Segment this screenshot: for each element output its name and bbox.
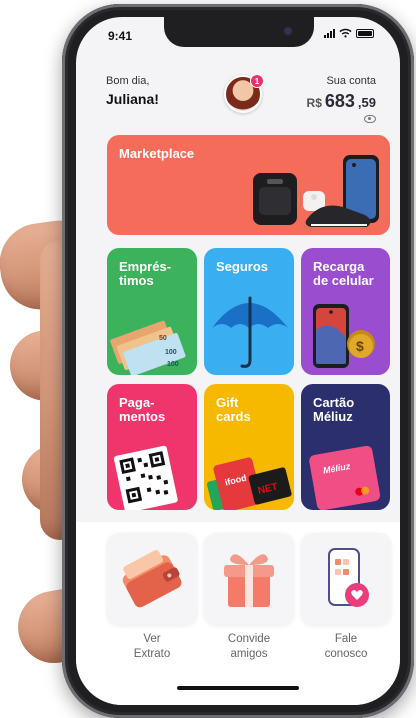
money-note-label: 100 <box>165 349 177 356</box>
wallet-icon <box>122 549 182 608</box>
svg-text:$: $ <box>356 338 364 354</box>
balance-integer: 683 <box>324 91 355 111</box>
money-note-label: 100 <box>167 361 179 368</box>
gift-cards-illustration: ifood NET <box>206 457 292 510</box>
credit-card-illustration: Méliuz <box>309 445 381 510</box>
balance-cents: ,59 <box>357 95 376 110</box>
notch <box>164 17 314 47</box>
marketplace-banner[interactable]: Marketplace <box>107 135 390 235</box>
currency-symbol: R$ <box>306 96 322 110</box>
ver-extrato-button[interactable] <box>107 533 197 625</box>
tile-cartao-meliuz[interactable]: Cartão Méliuz Méliuz <box>301 384 390 510</box>
account-label: Sua conta <box>326 75 376 87</box>
tile-gift-cards[interactable]: Gift cards ifood NET <box>204 384 294 510</box>
gift-icon <box>224 554 274 607</box>
money-note-label: 50 <box>159 335 167 342</box>
user-name: Juliana! <box>106 91 159 107</box>
fale-conosco-button[interactable] <box>301 533 391 625</box>
greeting-block: Bom dia, Juliana! <box>106 75 159 107</box>
money-illustration: 50 100 100 <box>110 320 186 375</box>
signal-icon <box>324 28 335 38</box>
action-label: Convide amigos <box>227 633 271 660</box>
tile-emprestimos[interactable]: Emprés- timos 50 100 100 <box>107 248 197 375</box>
qr-code-icon <box>113 445 178 510</box>
umbrella-icon <box>212 296 288 368</box>
products-illustration <box>253 155 379 227</box>
tile-pagamentos[interactable]: Paga- mentos <box>107 384 197 510</box>
notification-badge: 1 <box>250 74 264 88</box>
eye-icon[interactable] <box>364 115 376 123</box>
tile-recarga[interactable]: Recarga de celular $ <box>301 248 390 375</box>
phone-chat-icon <box>328 548 369 607</box>
phone-frame: 9:41 Bom dia, Juliana! 1 Sua conta R$ 68… <box>62 4 414 718</box>
home-indicator[interactable] <box>177 686 299 690</box>
avatar[interactable]: 1 <box>224 74 264 113</box>
convide-amigos-button[interactable] <box>204 533 294 625</box>
action-label: Ver Extrato <box>133 633 171 660</box>
status-time: 9:41 <box>108 29 133 43</box>
status-icons <box>324 28 374 38</box>
app-screen: 9:41 Bom dia, Juliana! 1 Sua conta R$ 68… <box>76 17 400 705</box>
greeting-text: Bom dia, <box>106 75 150 87</box>
wifi-icon <box>339 28 352 38</box>
tile-seguros[interactable]: Seguros <box>204 248 294 375</box>
account-balance[interactable]: Sua conta R$ 683 ,59 <box>307 75 376 112</box>
battery-icon <box>356 28 374 38</box>
phone-recharge-illustration: $ <box>313 304 375 368</box>
action-label: Fale conosco <box>324 633 368 660</box>
